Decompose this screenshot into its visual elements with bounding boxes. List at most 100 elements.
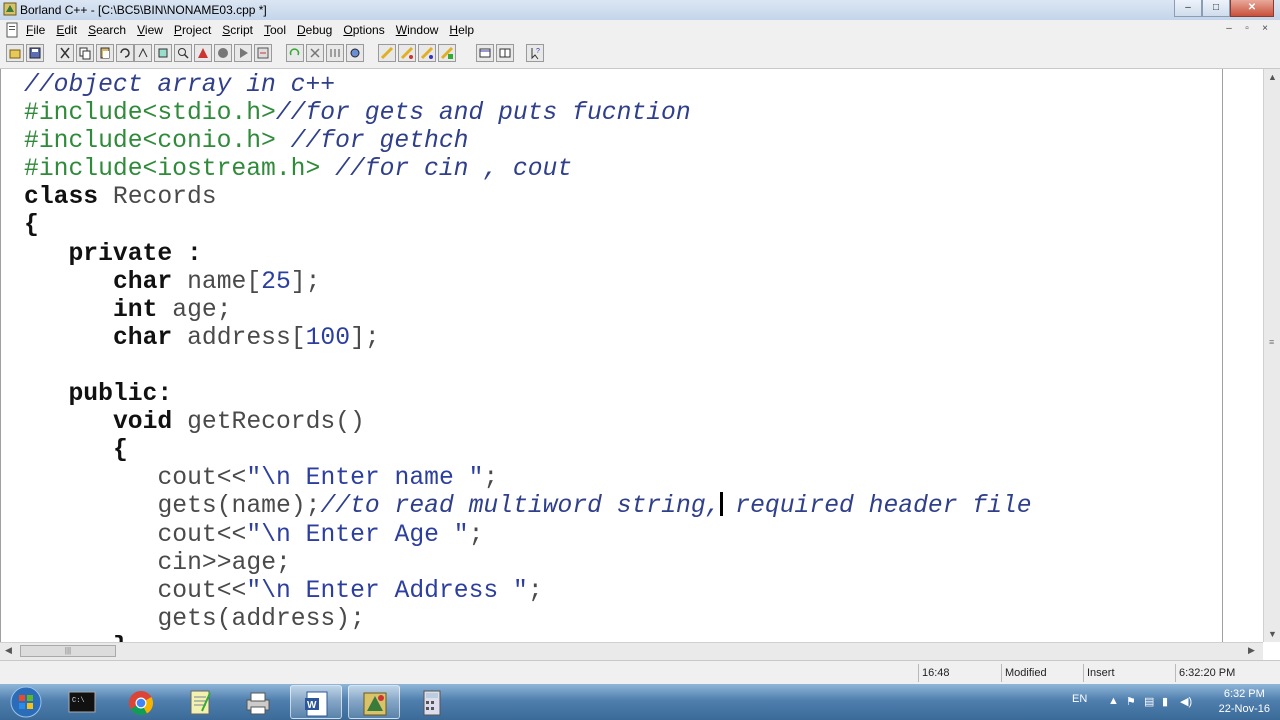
maximize-button[interactable]: □ — [1202, 0, 1230, 17]
code-line: #include<iostream.h> //for cin , cout — [24, 155, 573, 184]
code-line: gets(address); — [157, 604, 365, 633]
signal-icon[interactable]: ▮ — [1162, 695, 1168, 708]
menu-view[interactable]: View — [137, 23, 163, 37]
taskbar-printer[interactable] — [232, 685, 284, 719]
copy-icon[interactable] — [76, 44, 94, 62]
code-line: cout<<"\n Enter Age "; — [157, 520, 484, 549]
horizontal-scrollbar[interactable]: ◀ ||| ▶ — [0, 642, 1263, 660]
menu-help[interactable]: Help — [449, 23, 474, 37]
svg-text:W: W — [307, 700, 317, 711]
menu-bar: File Edit Search View Project Script Too… — [0, 20, 1280, 40]
source-code[interactable]: //object array in c++ #include<stdio.h>/… — [24, 71, 1032, 642]
project-window-icon[interactable] — [496, 44, 514, 62]
debug-settings-icon[interactable] — [438, 44, 456, 62]
calculator-icon — [423, 690, 441, 716]
cursor-position: 16:48 — [918, 664, 1002, 682]
code-line: char address[100]; — [112, 323, 380, 352]
menu-file[interactable]: File — [26, 23, 45, 37]
message-window-icon[interactable] — [476, 44, 494, 62]
scroll-right-icon[interactable]: ▶ — [1248, 645, 1255, 656]
scroll-grip-icon[interactable]: ≡ — [1269, 337, 1274, 347]
language-indicator[interactable]: EN — [1072, 693, 1087, 705]
cut-icon[interactable] — [56, 44, 74, 62]
paste-icon[interactable] — [96, 44, 114, 62]
browse-icon[interactable] — [194, 44, 212, 62]
action-center-flag-icon[interactable]: ⚑ — [1126, 695, 1136, 708]
text-cursor — [720, 492, 724, 517]
menu-options[interactable]: Options — [343, 23, 384, 37]
scroll-up-icon[interactable]: ▲ — [1268, 72, 1277, 82]
clock-time: 6:32 PM — [1223, 688, 1265, 700]
code-line: } — [24, 633, 128, 642]
code-line: private : — [68, 239, 202, 268]
status-time: 6:32:20 PM — [1175, 664, 1279, 682]
code-line: public: — [68, 380, 173, 409]
context-help-icon[interactable]: ? — [526, 44, 544, 62]
make-icon[interactable] — [254, 44, 272, 62]
borland-icon — [363, 692, 387, 716]
replace-icon[interactable] — [154, 44, 172, 62]
code-line: cout<<"\n Enter name "; — [157, 464, 499, 493]
code-editor[interactable]: //object array in c++ #include<stdio.h>/… — [0, 69, 1264, 642]
menu-window[interactable]: Window — [396, 23, 439, 37]
stop-icon[interactable] — [214, 44, 232, 62]
volume-icon[interactable]: ◀) — [1180, 695, 1192, 708]
modified-indicator: Modified — [1001, 664, 1083, 682]
taskbar-clock[interactable]: 6:32 PM 22-Nov-16 — [1219, 687, 1270, 717]
mdi-close-button[interactable]: × — [1256, 22, 1274, 37]
trace-into-icon[interactable] — [306, 44, 324, 62]
horizontal-scroll-thumb[interactable]: ||| — [20, 645, 116, 657]
right-margin-line — [1222, 69, 1223, 642]
menu-debug[interactable]: Debug — [297, 23, 332, 37]
taskbar-calculator[interactable] — [406, 685, 458, 719]
open-file-icon[interactable] — [6, 44, 24, 62]
code-line: //object array in c++ — [24, 71, 336, 99]
borland-app-icon — [3, 2, 17, 16]
scroll-down-icon[interactable]: ▼ — [1268, 629, 1277, 639]
menu-tool[interactable]: Tool — [264, 23, 286, 37]
taskbar-word[interactable]: W — [290, 685, 342, 719]
menu-edit[interactable]: Edit — [56, 23, 77, 37]
vertical-scrollbar[interactable]: ▲ ≡ ▼ — [1263, 69, 1280, 642]
close-button[interactable]: ✕ — [1230, 0, 1274, 17]
taskbar-cmd[interactable]: C:\ — [56, 685, 108, 719]
code-line: { — [24, 211, 39, 240]
minimize-button[interactable]: – — [1174, 0, 1202, 17]
svg-text:?: ? — [536, 48, 540, 55]
run-icon[interactable] — [234, 44, 252, 62]
window-title: Borland C++ - [C:\BC5\BIN\NONAME03.cpp *… — [20, 3, 267, 17]
search-again-icon[interactable] — [174, 44, 192, 62]
clock-date: 22-Nov-16 — [1218, 703, 1270, 715]
code-line: class Records — [24, 183, 217, 212]
mdi-restore-button[interactable]: ▫ — [1238, 22, 1256, 37]
menu-project[interactable]: Project — [174, 23, 211, 37]
notepad-icon — [190, 690, 211, 715]
breakpoint-icon[interactable] — [326, 44, 344, 62]
taskbar-borland[interactable] — [348, 685, 400, 719]
add-watch-icon[interactable] — [378, 44, 396, 62]
evaluate-icon[interactable] — [398, 44, 416, 62]
network-icon[interactable]: ▤ — [1144, 695, 1154, 708]
document-icon[interactable] — [4, 22, 20, 38]
title-bar: Borland C++ - [C:\BC5\BIN\NONAME03.cpp *… — [0, 0, 1280, 21]
toggle-breakpoint-icon[interactable] — [418, 44, 436, 62]
menu-script[interactable]: Script — [222, 23, 253, 37]
code-line: { — [112, 436, 128, 465]
word-icon: W — [305, 691, 328, 717]
insert-mode-indicator: Insert — [1083, 664, 1177, 682]
taskbar-notepad[interactable] — [174, 685, 226, 719]
show-hidden-icons-icon[interactable]: ▲ — [1108, 695, 1119, 707]
taskbar-chrome[interactable] — [115, 685, 167, 719]
windows-start-icon[interactable] — [4, 685, 48, 719]
save-file-icon[interactable] — [26, 44, 44, 62]
undo-icon[interactable] — [116, 44, 134, 62]
find-icon[interactable] — [134, 44, 152, 62]
inspect-icon[interactable] — [346, 44, 364, 62]
mdi-minimize-button[interactable]: – — [1220, 22, 1238, 37]
windows-taskbar: C:\ W EN ▲ ⚑ ▤ ▮ ◀) 6:32 PM 22-Nov-16 — [0, 684, 1280, 720]
menu-search[interactable]: Search — [88, 23, 126, 37]
scroll-left-icon[interactable]: ◀ — [5, 645, 12, 656]
code-line: int age; — [112, 295, 232, 324]
code-line: void getRecords() — [112, 408, 365, 437]
step-over-icon[interactable] — [286, 44, 304, 62]
